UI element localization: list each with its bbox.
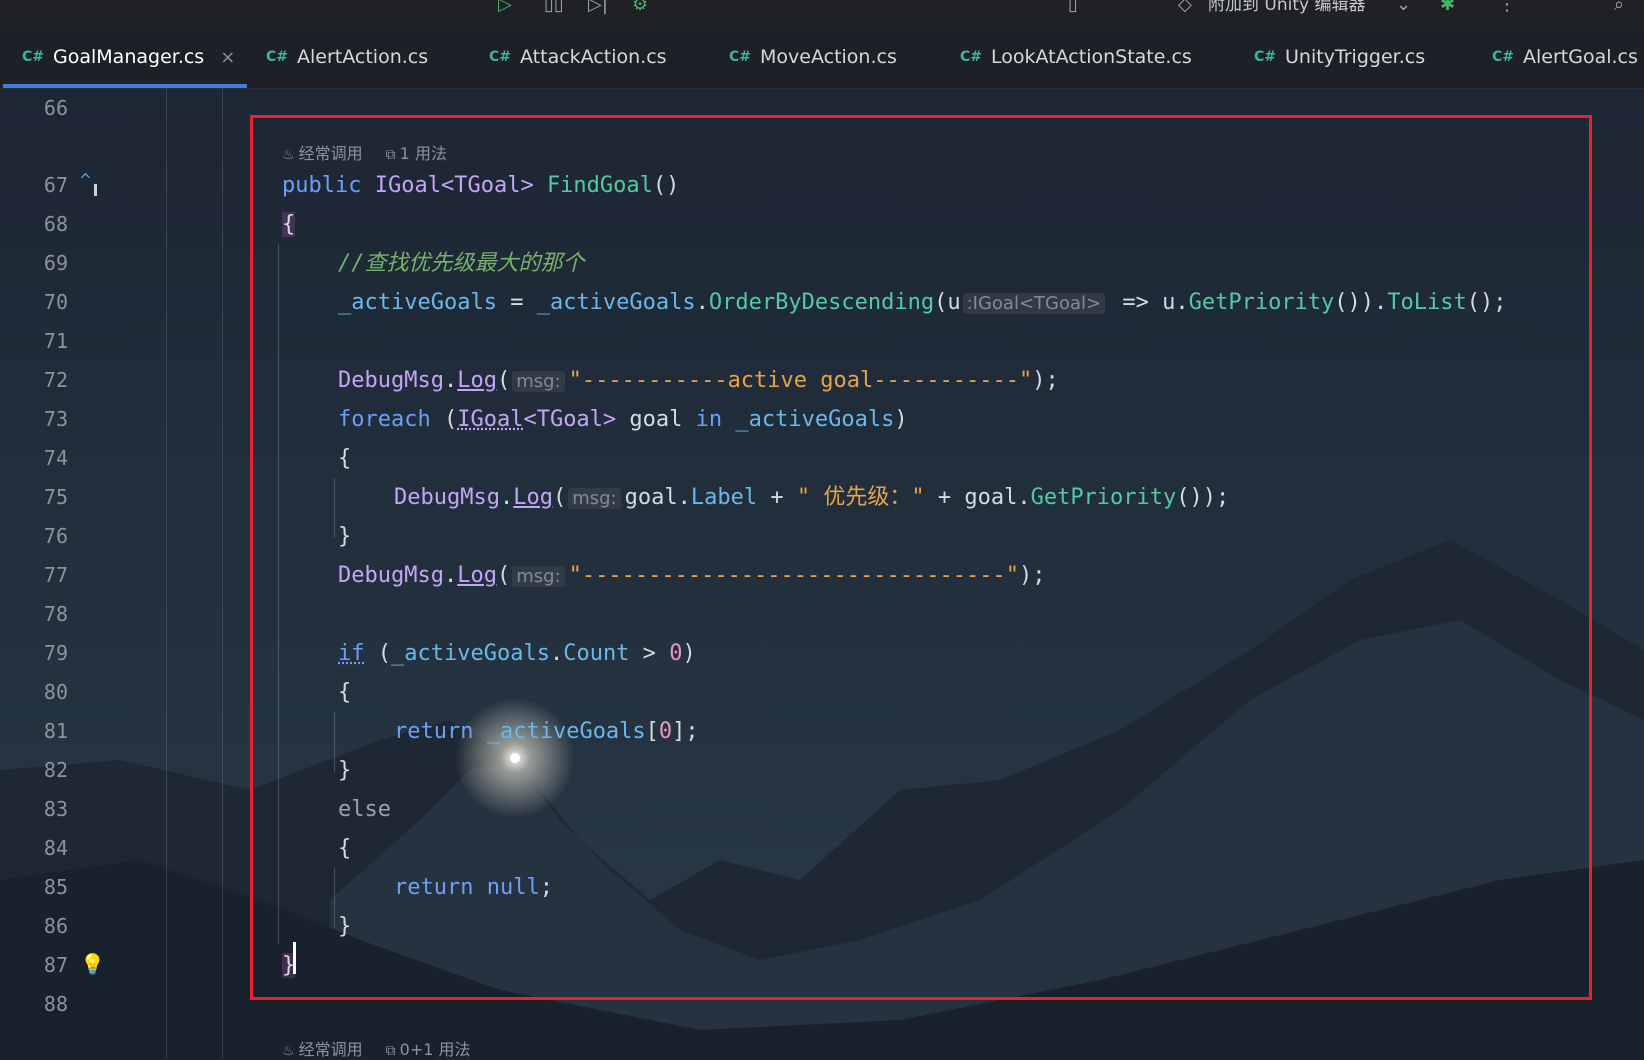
- flame-icon: ♨: [282, 1043, 295, 1059]
- line-number: 88: [43, 992, 68, 1016]
- tab-alertaction[interactable]: C# AlertAction.cs: [266, 26, 428, 88]
- csharp-icon: C#: [960, 49, 983, 65]
- tab-label: AttackAction.cs: [520, 46, 667, 68]
- csharp-icon: C#: [489, 49, 512, 65]
- usage-count[interactable]: 0+1 用法: [400, 1040, 471, 1059]
- tab-lookatactionstate[interactable]: C# LookAtActionState.cs: [960, 26, 1192, 88]
- csharp-icon: C#: [266, 49, 289, 65]
- csharp-icon: C#: [1254, 49, 1277, 65]
- top-toolbar: ▷ ▯▯ ▷| ⚙ ▯ ◇ 附加到 Unity 编辑器 ⌄ ✱ ⋮ ⌕: [0, 0, 1644, 26]
- chevron-down-icon[interactable]: ⌄: [1396, 0, 1411, 15]
- line-number: 70: [43, 290, 68, 314]
- line-number: 87: [43, 953, 68, 977]
- lightbulb-icon[interactable]: 💡: [80, 952, 105, 976]
- tab-label: LookAtActionState.cs: [991, 46, 1192, 68]
- step-icon[interactable]: ▷|: [588, 0, 608, 15]
- line-number: 78: [43, 602, 68, 626]
- csharp-icon: C#: [729, 49, 752, 65]
- line-number: 83: [43, 797, 68, 821]
- run-icon[interactable]: ▷: [498, 0, 512, 15]
- tab-label: AlertAction.cs: [297, 46, 429, 68]
- highlight-box: [250, 115, 1592, 1000]
- more-icon[interactable]: ⋮: [1498, 0, 1516, 15]
- line-number: 71: [43, 329, 68, 353]
- debug-icon[interactable]: ⚙: [632, 0, 648, 15]
- gutter-divider: [166, 88, 167, 1058]
- line-number: 69: [43, 251, 68, 275]
- device-icon[interactable]: ▯: [1068, 0, 1078, 15]
- csharp-icon: C#: [1492, 49, 1515, 65]
- attach-unity-selector[interactable]: 附加到 Unity 编辑器: [1208, 0, 1365, 15]
- tab-alertgoal[interactable]: C# AlertGoal.cs: [1492, 26, 1638, 88]
- tab-attackaction[interactable]: C# AttackAction.cs: [489, 26, 667, 88]
- line-number-gutter: 66 67 68 69 70 71 72 73 74 75 76 77 78 7…: [0, 88, 166, 1058]
- line-number: 68: [43, 212, 68, 236]
- tab-label: MoveAction.cs: [760, 46, 897, 68]
- line-number: 74: [43, 446, 68, 470]
- usage-frequency: 经常调用: [298, 1040, 363, 1059]
- line-number: 79: [43, 641, 68, 665]
- line-number: 75: [43, 485, 68, 509]
- usages-icon: ⧉: [385, 1043, 396, 1059]
- gutter-divider: [222, 88, 223, 1058]
- code-lens-bottom[interactable]: ♨ 经常调用 ⧉ 0+1 用法: [282, 1036, 471, 1060]
- line-number: 86: [43, 914, 68, 938]
- override-marker-icon[interactable]: ^: [80, 170, 91, 191]
- close-icon[interactable]: ×: [220, 47, 235, 68]
- csharp-icon: C#: [22, 49, 45, 65]
- line-number: 81: [43, 719, 68, 743]
- tab-moveaction[interactable]: C# MoveAction.cs: [729, 26, 897, 88]
- unity-icon: ◇: [1178, 0, 1192, 15]
- editor-tab-bar: C# GoalManager.cs × C# AlertAction.cs C#…: [0, 26, 1644, 89]
- line-number: 67: [43, 173, 68, 197]
- line-number: 66: [43, 96, 68, 120]
- pause-icon[interactable]: ▯▯: [544, 0, 564, 15]
- line-number: 73: [43, 407, 68, 431]
- tab-label: AlertGoal.cs: [1523, 46, 1638, 68]
- tab-goalmanager[interactable]: C# GoalManager.cs ×: [22, 26, 235, 88]
- search-icon[interactable]: ⌕: [1614, 0, 1624, 15]
- line-number: 85: [43, 875, 68, 899]
- line-number: 82: [43, 758, 68, 782]
- cursor-marker-icon: [94, 184, 97, 196]
- line-number: 80: [43, 680, 68, 704]
- line-number: 77: [43, 563, 68, 587]
- tab-label: GoalManager.cs: [53, 46, 205, 68]
- line-number: 76: [43, 524, 68, 548]
- line-number: 72: [43, 368, 68, 392]
- tab-unitytrigger[interactable]: C# UnityTrigger.cs: [1254, 26, 1425, 88]
- bug-icon[interactable]: ✱: [1440, 0, 1455, 15]
- line-number: 84: [43, 836, 68, 860]
- tab-label: UnityTrigger.cs: [1285, 46, 1426, 68]
